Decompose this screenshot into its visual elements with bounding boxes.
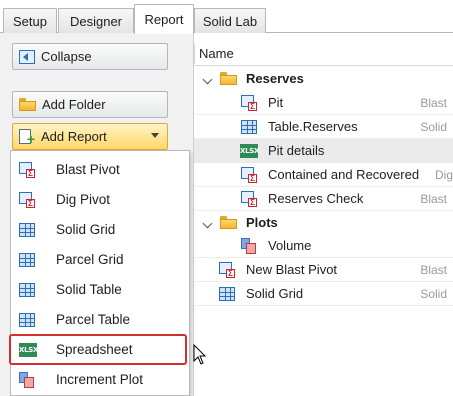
grid-icon — [19, 313, 35, 327]
tree-item-label: Table.Reserves — [268, 119, 358, 134]
menu-item-label: Solid Grid — [56, 222, 116, 237]
tab-label: Designer — [69, 13, 123, 29]
tree-item-table-reserves[interactable]: Table.Reserves Solid — [194, 115, 453, 139]
plot-icon — [241, 238, 257, 254]
tree-item-contained-and-recovered[interactable]: Σ Contained and Recovered Dig — [194, 163, 453, 187]
collapse-icon — [19, 49, 35, 64]
tab-designer[interactable]: Designer — [58, 8, 134, 33]
tree-item-type: Solid — [420, 120, 447, 134]
pivot-icon: Σ — [241, 167, 257, 183]
spreadsheet-highlight-box — [9, 334, 187, 365]
tree-item-label: Volume — [268, 238, 312, 253]
tree-item-reserves-check[interactable]: Σ Reserves Check Blast — [194, 187, 453, 211]
menu-item-parcel-table[interactable]: Parcel Table — [11, 305, 189, 335]
menu-item-parcel-grid[interactable]: Parcel Grid — [11, 245, 189, 275]
menu-item-label: Solid Table — [56, 282, 122, 297]
tree-item-type: Blast — [420, 263, 447, 277]
tree-item-type: Blast — [420, 192, 447, 206]
tab-label: Solid Lab — [202, 13, 258, 29]
folder-icon — [220, 216, 237, 229]
add-report-label: Add Report — [41, 129, 107, 144]
add-report-button[interactable]: + Add Report — [12, 123, 168, 150]
menu-item-dig-pivot[interactable]: Σ Dig Pivot — [11, 185, 189, 215]
menu-item-label: Increment Plot — [56, 372, 144, 387]
grid-icon — [19, 253, 35, 267]
menu-item-increment-plot[interactable]: Increment Plot — [11, 365, 189, 395]
grid-icon — [19, 283, 35, 297]
grid-icon — [19, 223, 35, 237]
tree-item-type: Blast — [420, 96, 447, 110]
tree-item-label: Pit details — [268, 143, 325, 158]
add-folder-icon — [19, 97, 36, 112]
pivot-icon: Σ — [19, 162, 35, 178]
plot-icon — [19, 372, 35, 388]
tab-label: Setup — [13, 13, 47, 29]
tree-item-label: Pit — [268, 95, 284, 110]
header-label: Name — [199, 46, 234, 61]
tree-item-label: Reserves — [246, 71, 304, 86]
tab-setup[interactable]: Setup — [3, 8, 57, 33]
tree-item-volume[interactable]: Volume — [194, 234, 453, 258]
tree-item-label: Contained and Recovered — [268, 167, 420, 182]
pivot-icon: Σ — [241, 95, 257, 111]
spreadsheet-icon: XLSX — [240, 144, 259, 158]
expand-chevron-icon[interactable] — [202, 218, 213, 229]
tree-folder-plots[interactable]: Plots — [194, 211, 453, 235]
add-folder-button[interactable]: Add Folder — [12, 91, 168, 118]
menu-item-label: Parcel Grid — [56, 252, 124, 267]
name-column-header[interactable]: Name — [175, 42, 453, 66]
tree-item-label: New Blast Pivot — [246, 262, 338, 277]
menu-item-label: Parcel Table — [56, 312, 131, 327]
tree-item-label: Reserves Check — [268, 191, 364, 206]
pivot-icon: Σ — [219, 262, 235, 278]
folder-icon — [220, 72, 237, 85]
tree-item-label: Plots — [246, 215, 278, 230]
tree-item-pit-details[interactable]: XLSX Pit details — [194, 139, 453, 163]
grid-icon — [241, 120, 257, 134]
pivot-icon: Σ — [19, 192, 35, 208]
collapse-button[interactable]: Collapse — [12, 43, 168, 70]
tree-item-solid-grid[interactable]: Solid Grid Solid — [194, 282, 453, 306]
grid-icon — [219, 287, 235, 301]
tab-solid-lab[interactable]: Solid Lab — [194, 8, 266, 33]
pivot-icon: Σ — [241, 191, 257, 207]
tab-label: Report — [144, 12, 184, 27]
tree-item-type: Dig — [434, 168, 453, 182]
expand-chevron-icon[interactable] — [202, 74, 213, 85]
tree-item-pit[interactable]: Σ Pit Blast — [194, 91, 453, 115]
add-report-icon: + — [19, 128, 35, 146]
menu-item-label: Blast Pivot — [56, 162, 120, 177]
tab-report[interactable]: Report — [134, 4, 194, 34]
tree-item-label: Solid Grid — [246, 286, 304, 301]
menu-item-solid-grid[interactable]: Solid Grid — [11, 215, 189, 245]
add-folder-label: Add Folder — [42, 97, 106, 112]
menu-item-blast-pivot[interactable]: Σ Blast Pivot — [11, 155, 189, 185]
collapse-label: Collapse — [41, 49, 92, 64]
tree-item-new-blast-pivot[interactable]: Σ New Blast Pivot Blast — [194, 258, 453, 282]
menu-item-solid-table[interactable]: Solid Table — [11, 275, 189, 305]
menu-item-label: Dig Pivot — [56, 192, 111, 207]
tree-folder-reserves[interactable]: Reserves — [194, 67, 453, 91]
tree-item-type: Solid — [420, 287, 447, 301]
header-divider — [194, 44, 195, 64]
chevron-down-icon[interactable] — [151, 133, 159, 138]
mouse-cursor-icon — [193, 344, 207, 365]
